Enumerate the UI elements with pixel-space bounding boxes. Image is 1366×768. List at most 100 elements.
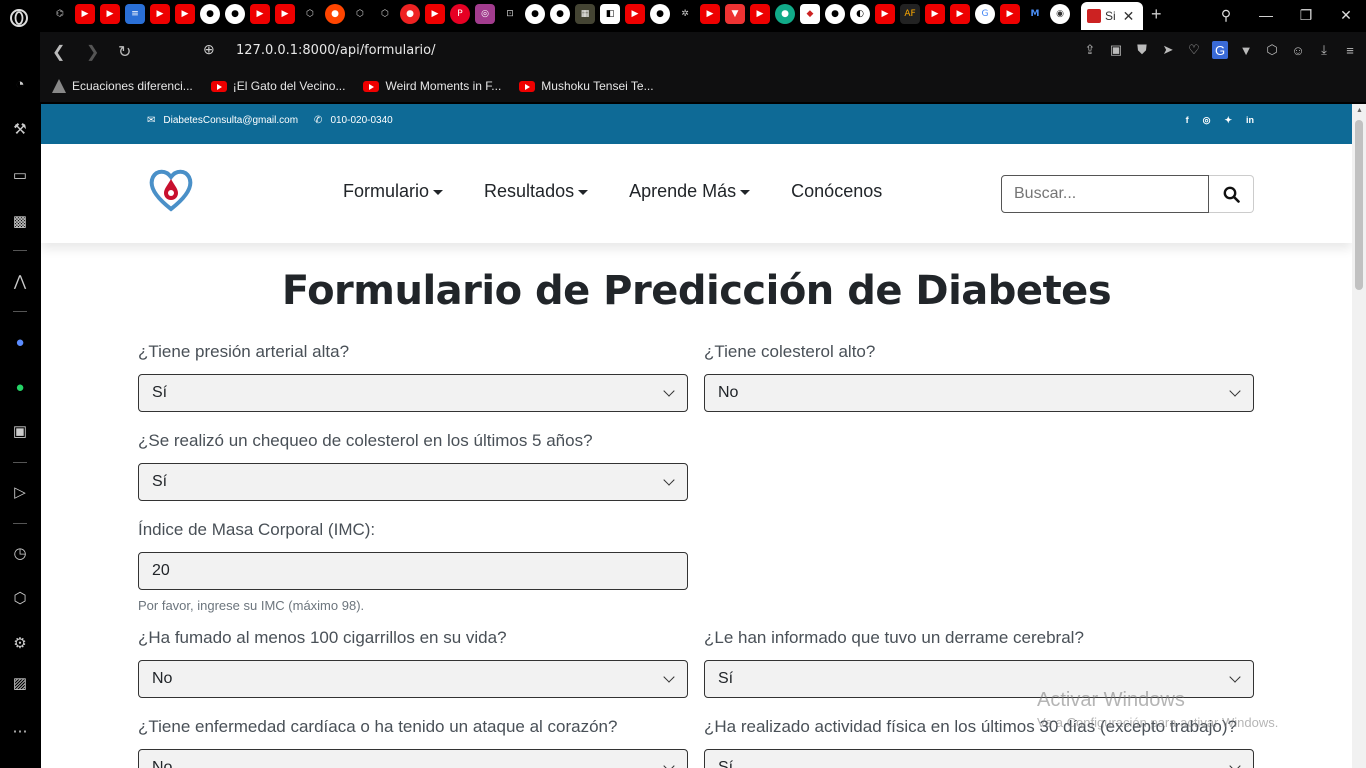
active-tab[interactable]: Si ✕ (1081, 2, 1143, 30)
github-tab-icon[interactable]: ● (225, 4, 245, 24)
share-icon[interactable]: ⇪ (1082, 41, 1098, 59)
vpn-icon[interactable]: ▼ (1238, 41, 1254, 59)
chatgpt-icon[interactable]: ▩ (9, 210, 31, 232)
github-tab-icon[interactable]: ● (525, 4, 545, 24)
nav-item-resultados[interactable]: Resultados (484, 181, 589, 202)
facebook-icon[interactable]: f (1186, 115, 1189, 126)
tab-icon[interactable]: ◐ (850, 4, 870, 24)
whatsapp-icon[interactable]: ● (9, 376, 31, 398)
twitch-icon[interactable]: ▭ (9, 164, 31, 186)
scrollbar-thumb[interactable] (1355, 120, 1363, 290)
url-field[interactable]: 127.0.0.1:8000/api/formulario/ (236, 43, 436, 58)
camera-icon[interactable]: ▣ (1108, 41, 1124, 59)
minimize-icon[interactable]: — (1246, 0, 1286, 30)
github-tab-icon[interactable]: ● (650, 4, 670, 24)
bookmark-item[interactable]: Ecuaciones diferenci... (52, 79, 193, 93)
tab-icon[interactable]: ▦ (575, 4, 595, 24)
bookmark-item[interactable]: Mushoku Tensei Te... (519, 79, 654, 93)
new-tab-button[interactable]: + (1151, 4, 1162, 25)
instagram-icon[interactable]: ◎ (1203, 115, 1211, 126)
nav-item-conocenos[interactable]: Conócenos (791, 181, 882, 202)
youtube-tab-icon[interactable]: ▶ (75, 4, 95, 24)
cardiaca-select[interactable]: No (138, 749, 688, 768)
github-tab-icon[interactable]: ● (825, 4, 845, 24)
aria-icon[interactable]: ⋀ (9, 270, 31, 292)
translate-icon[interactable]: G (1212, 41, 1228, 59)
chequeo-select[interactable]: Sí (138, 463, 688, 501)
contact-phone[interactable]: 010-020-0340 (330, 115, 392, 126)
youtube-tab-icon[interactable]: ▶ (275, 4, 295, 24)
download-icon[interactable]: ⤓ (1316, 41, 1332, 59)
gallery-icon[interactable]: ▨ (9, 672, 31, 694)
tab-icon[interactable]: M (1025, 4, 1045, 24)
youtube-tab-icon[interactable]: ▶ (150, 4, 170, 24)
tab-icon[interactable]: ● (400, 4, 420, 24)
presion-select[interactable]: Sí (138, 374, 688, 412)
youtube-tab-icon[interactable]: ▶ (250, 4, 270, 24)
nav-item-aprende-mas[interactable]: Aprende Más (629, 181, 751, 202)
youtube-tab-icon[interactable]: ▶ (925, 4, 945, 24)
linkedin-icon[interactable]: in (1246, 115, 1254, 126)
tab-icon[interactable]: AF (900, 4, 920, 24)
globe-icon[interactable]: ⊕ (203, 41, 215, 58)
bookmark-item[interactable]: Weird Moments in F... (363, 79, 501, 93)
reddit-tab-icon[interactable]: ● (325, 4, 345, 24)
actividad-select[interactable]: Sí (704, 749, 1254, 768)
fumado-select[interactable]: No (138, 660, 688, 698)
contact-email[interactable]: DiabetesConsulta@gmail.com (163, 115, 298, 126)
extensions-icon[interactable]: ⬡ (9, 587, 31, 609)
tab-icon[interactable]: ◧ (600, 4, 620, 24)
menu-icon[interactable]: ≡ (1342, 41, 1358, 59)
tab-icon[interactable]: ◆ (800, 4, 820, 24)
instagram-tab-icon[interactable]: ◎ (475, 4, 495, 24)
shield-icon[interactable]: ⛊ (1134, 41, 1150, 59)
heart-icon[interactable]: ♡ (1186, 41, 1202, 59)
youtube-tab-icon[interactable]: ▶ (175, 4, 195, 24)
youtube-tab-icon[interactable]: ▶ (1000, 4, 1020, 24)
reload-icon[interactable]: ↻ (118, 42, 131, 62)
github-tab-icon[interactable]: ● (550, 4, 570, 24)
player-icon[interactable]: ▷ (9, 481, 31, 503)
more-icon[interactable]: ⋯ (9, 720, 31, 742)
send-icon[interactable]: ➤ (1160, 41, 1176, 59)
speed-dial-icon[interactable]: ◔ (9, 73, 31, 95)
close-window-icon[interactable]: ✕ (1326, 0, 1366, 30)
tab-icon[interactable]: ≡ (125, 4, 145, 24)
settings-icon[interactable]: ⚙ (9, 632, 31, 654)
site-logo[interactable] (147, 167, 195, 213)
close-tab-icon[interactable]: ✕ (1123, 8, 1135, 25)
tab-icon[interactable]: ◉ (1050, 4, 1070, 24)
nav-item-formulario[interactable]: Formulario (343, 181, 444, 202)
page-scrollbar[interactable]: ▲ (1352, 104, 1366, 768)
twitter-icon[interactable]: ✦ (1224, 115, 1232, 126)
cube-icon[interactable]: ⬡ (1264, 41, 1280, 59)
tab-icon[interactable]: ⬡ (350, 4, 370, 24)
youtube-tab-icon[interactable]: ▶ (750, 4, 770, 24)
brave-tab-icon[interactable]: ▼ (725, 4, 745, 24)
pinterest-tab-icon[interactable]: P (450, 4, 470, 24)
youtube-tab-icon[interactable]: ▶ (100, 4, 120, 24)
search-button[interactable] (1209, 175, 1254, 213)
tab-icon[interactable]: ● (775, 4, 795, 24)
imc-input[interactable]: 20 (138, 552, 688, 590)
messenger-icon[interactable]: ● (9, 331, 31, 353)
tab-icon[interactable]: ⊡ (500, 4, 520, 24)
colesterol-select[interactable]: No (704, 374, 1254, 412)
scroll-up-icon[interactable]: ▲ (1356, 107, 1363, 114)
youtube-tab-icon[interactable]: ▶ (950, 4, 970, 24)
youtube-tab-icon[interactable]: ▶ (875, 4, 895, 24)
account-icon[interactable]: ☺ (1290, 41, 1306, 59)
search-input[interactable] (1001, 175, 1209, 213)
youtube-tab-icon[interactable]: ▶ (425, 4, 445, 24)
youtube-tab-icon[interactable]: ▶ (625, 4, 645, 24)
gamepad-tab-icon[interactable]: ⌬ (50, 4, 70, 24)
history-icon[interactable]: ◷ (9, 542, 31, 564)
search-tabs-icon[interactable]: ⚲ (1206, 0, 1246, 30)
youtube-tab-icon[interactable]: ▶ (700, 4, 720, 24)
back-icon[interactable]: ❮ (52, 42, 65, 62)
tab-icon[interactable]: ⬡ (300, 4, 320, 24)
forward-icon[interactable]: ❯ (86, 42, 99, 62)
bookmark-item[interactable]: ¡El Gato del Vecino... (210, 79, 345, 93)
restore-icon[interactable]: ❐ (1286, 0, 1326, 30)
workspace-icon[interactable]: ⚒ (9, 118, 31, 140)
